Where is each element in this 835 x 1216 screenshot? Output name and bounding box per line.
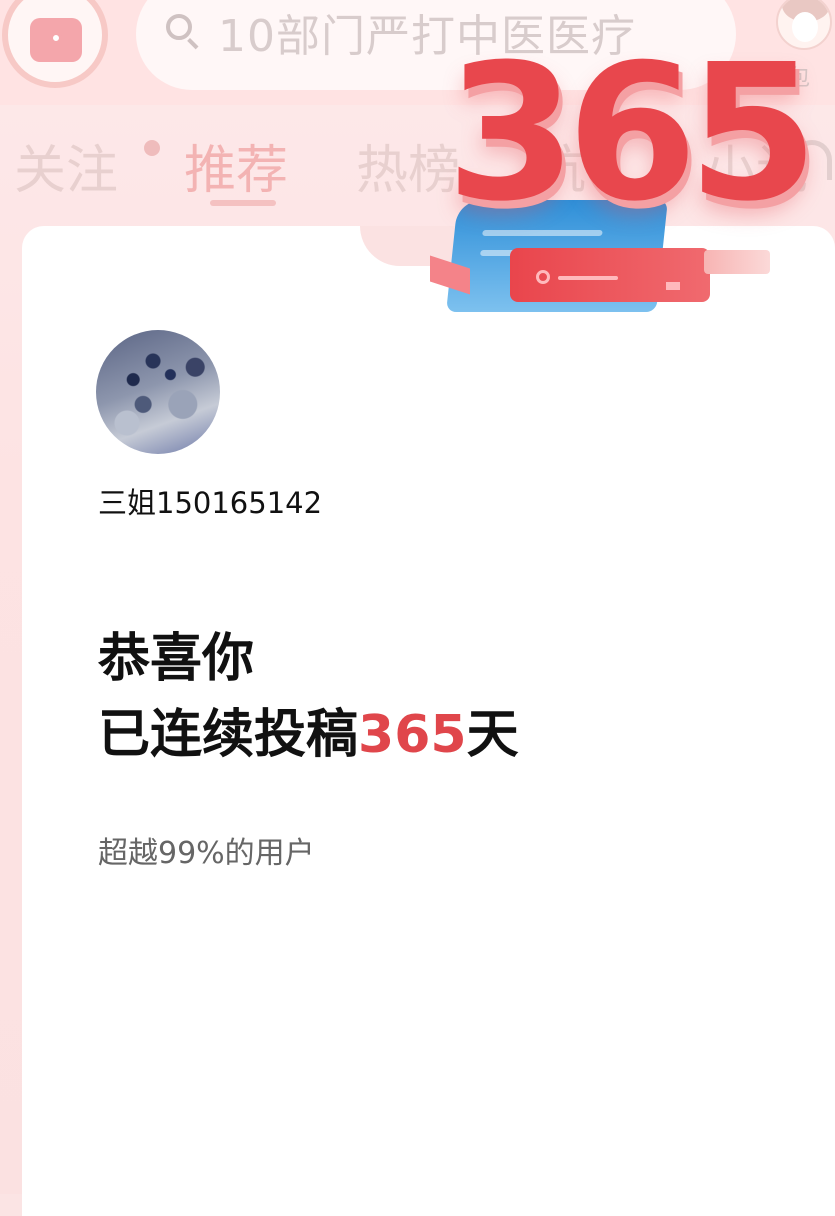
app-logo-icon[interactable] [2, 0, 108, 88]
tab-follow[interactable]: 关注 [14, 128, 118, 203]
scroll-box [666, 282, 680, 290]
surpass-text: 超越99%的用户 [98, 836, 315, 871]
congrats-title: 恭喜你 [98, 629, 255, 689]
badge-365: 365 [446, 24, 818, 243]
tab-hot[interactable]: 热榜 [356, 128, 460, 203]
streak-days: 365 [358, 705, 467, 765]
ribbon-right-decoration [704, 250, 770, 274]
streak-prefix: 已连续投稿 [98, 705, 359, 765]
scroll-emblem-icon [536, 270, 550, 284]
scroll-line [558, 276, 618, 280]
streak-suffix: 天 [466, 705, 519, 765]
username: 三姐150165142 [98, 486, 323, 520]
active-tab-indicator [210, 200, 276, 206]
streak-line: 已连续投稿365天 [98, 692, 519, 767]
tab-recommend[interactable]: 推荐 [184, 128, 288, 203]
search-icon [166, 14, 192, 40]
avatar[interactable] [96, 330, 220, 454]
unread-dot [144, 140, 160, 156]
bag-icon [30, 18, 82, 62]
